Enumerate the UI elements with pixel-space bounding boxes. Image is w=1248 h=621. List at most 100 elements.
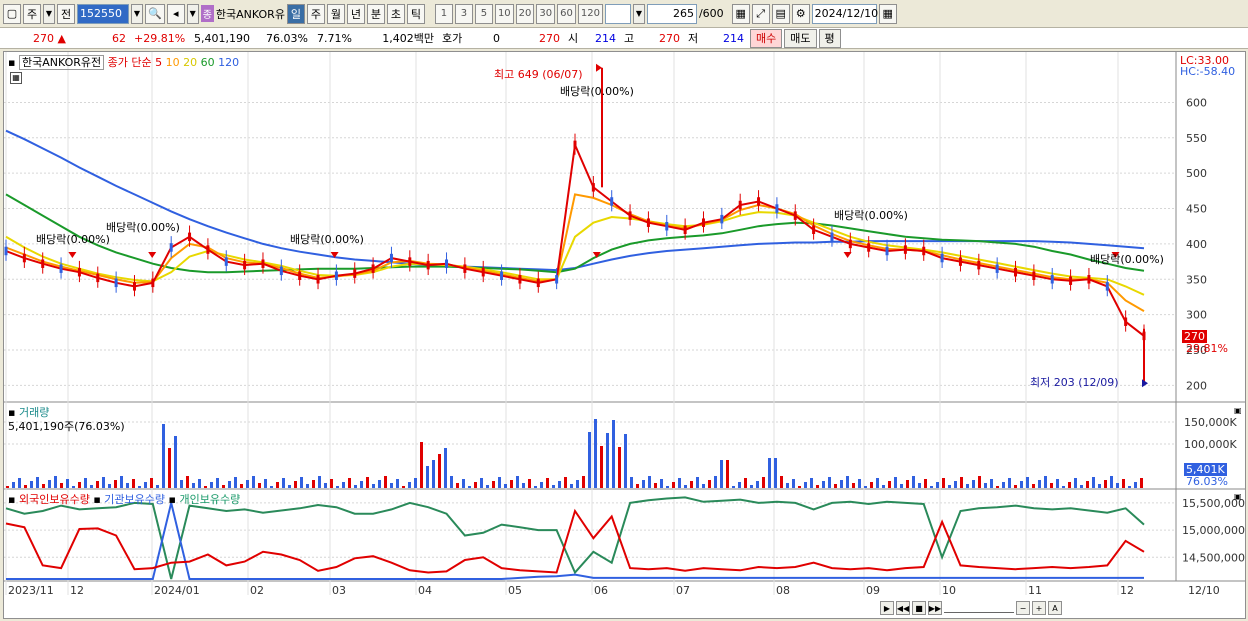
volume-bar [882,485,885,488]
chart-svg[interactable]: 200250300350400450500550600150,000K100,0… [4,52,1245,618]
volume-bar [948,485,951,488]
scroll-play-icon[interactable]: ▶ [880,601,894,615]
legend-ma5: 5 [155,56,163,69]
legend-ma-label: 종가 단순 [107,56,152,69]
display-count-input[interactable]: 265 [646,3,697,24]
search-icon[interactable]: 🔍 [145,3,165,24]
volume-bar [522,483,525,488]
minute-20[interactable]: 20 [515,3,535,24]
x-tick-label: 12/10 [1188,584,1220,597]
period-tick[interactable]: 틱 [406,3,425,24]
legend-ma10: 10 [165,56,180,69]
volume-bar [1062,486,1065,488]
volume-bar [570,484,573,488]
draw-tools-icon[interactable]: ⤢ [751,3,770,24]
zoom-slider[interactable] [944,603,1014,613]
minute-3[interactable]: 3 [454,3,473,24]
volume-bar [630,477,633,488]
period-month[interactable]: 월 [326,3,345,24]
prev-button[interactable]: 전 [57,3,75,24]
candle-body [628,211,632,220]
candle-body [298,271,302,280]
low-annotation: 최저 203 (12/09) [1030,376,1119,389]
volume-bar [810,478,813,488]
gear-icon[interactable]: ⚙ [791,3,810,24]
buy-button[interactable]: 매수 [750,28,783,48]
candle-body [555,275,559,284]
volume-bar [222,485,225,488]
minute-10[interactable]: 10 [494,3,514,24]
candle-body [1087,275,1091,284]
zoom-out-icon[interactable]: − [1016,601,1030,615]
period-second[interactable]: 초 [386,3,405,24]
period-week[interactable]: 주 [306,3,325,24]
candle-body [1050,275,1054,284]
minute-5[interactable]: 5 [474,3,493,24]
holding-legend-bullet-1: ▪ [8,493,16,506]
volume-bar [270,486,273,488]
minute-120[interactable]: 120 [577,3,603,24]
holding-tick-label: 15,000,000 [1182,524,1245,537]
period-day[interactable]: 일 [286,3,305,24]
holding-panel-close-icon[interactable]: ▣ [1234,492,1242,501]
sound-dropdown-icon[interactable]: ▼ [186,3,199,24]
volume-bar [1092,477,1095,488]
holding-legend-bullet-2: ▪ [93,493,101,506]
scroll-forward-icon[interactable]: ▶▶ [928,601,942,615]
volume-bar [480,478,483,488]
date-input[interactable]: 2024/12/10 [811,3,878,24]
volume-rate-tag: 76.03% [1186,475,1228,488]
candle-body [812,225,816,235]
layout-icon[interactable]: ▢ [3,3,21,24]
volume-bar [240,484,243,488]
code-dropdown-icon[interactable]: ▼ [131,3,143,24]
volume-bar [468,486,471,488]
volume-bar [162,424,165,488]
volume-bar [600,446,603,488]
stock-code-input[interactable]: 152550 [77,3,129,24]
period-year[interactable]: 년 [346,3,365,24]
volume-panel-close-icon[interactable]: ▣ [1234,406,1242,415]
volume-bar [888,481,891,488]
volume-bar [24,485,27,488]
volume-bar [30,481,33,488]
open-price: 214 [595,31,616,45]
interval-dropdown-icon[interactable]: ▼ [632,3,645,24]
minute-60[interactable]: 60 [557,3,576,24]
print-icon[interactable]: ▤ [771,3,790,24]
volume-bar [1020,481,1023,488]
minute-1[interactable]: 1 [434,3,453,24]
calendar-icon[interactable]: ▦ [878,3,897,24]
minute-30[interactable]: 30 [536,3,556,24]
volume-bar [504,484,507,488]
volume-bar [12,482,15,488]
chart-tools-icon[interactable]: ▦ [731,3,750,24]
volume-bar [1032,484,1035,488]
volume-bar [246,480,249,488]
grid-toggle-icon[interactable]: ▦ [10,72,22,84]
candle-body [885,246,889,256]
volume-bar [858,479,861,488]
sound-icon[interactable]: ◂ [166,3,185,24]
volume-bar [486,485,489,488]
candle-body [206,245,210,254]
chart-area[interactable]: 200 250 300 350 400 450 500 550 600 150,000K 100,0… [3,51,1246,619]
volume-bar [540,482,543,488]
volume-bar [168,448,171,488]
zoom-in-icon[interactable]: + [1032,601,1046,615]
volume-bar [978,476,981,488]
volume-bar [186,476,189,488]
candle-body [591,183,595,192]
text-a-icon[interactable]: A [1048,601,1062,615]
eval-button[interactable]: 평 [818,28,841,48]
dividend-label-4: 배당락(0.00%) [560,85,634,98]
volume-bar [606,433,609,488]
volume-bar [588,432,591,488]
period-minute[interactable]: 분 [366,3,385,24]
custom-interval-input[interactable] [604,3,631,24]
market-select[interactable]: 주 [23,3,41,24]
sell-button[interactable]: 매도 [784,28,817,48]
scroll-stop-icon[interactable]: ■ [912,601,926,615]
market-dropdown-icon[interactable]: ▼ [43,3,55,24]
scroll-rewind-icon[interactable]: ◀◀ [896,601,910,615]
